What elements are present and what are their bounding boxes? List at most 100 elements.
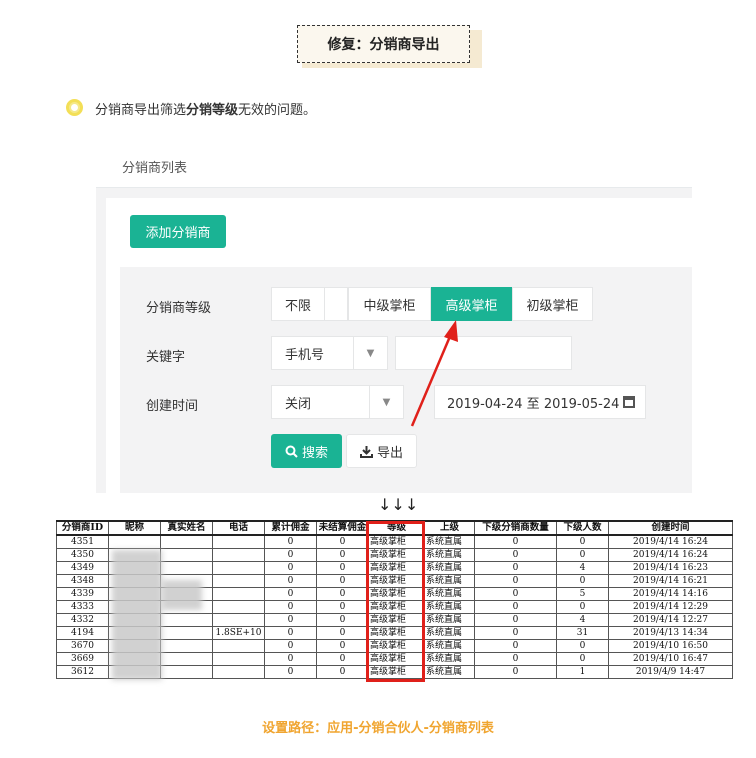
table-cell: 4 (556, 613, 609, 627)
level-option-senior[interactable]: 高级掌柜 (431, 287, 512, 321)
table-cell: 4350 (56, 548, 109, 562)
chevron-down-icon: ▼ (353, 337, 387, 369)
table-cell (212, 652, 265, 666)
table-cell: 3670 (56, 639, 109, 653)
table-cell: 0 (316, 665, 369, 679)
table-cell: 0 (316, 561, 369, 575)
panel-body: 添加分销商 分销商等级 不限 中级掌柜 高级掌柜 初级掌柜 关键字 手机号 ▼ … (106, 198, 692, 493)
search-button-label: 搜索 (301, 445, 328, 461)
level-option-all[interactable]: 不限 (271, 287, 325, 321)
table-cell: 0 (474, 600, 557, 614)
table-cell: 1.8SE+10 (212, 626, 265, 640)
time-select-value: 关闭 (285, 396, 312, 412)
table-cell: 2019/4/14 16:24 (608, 548, 733, 562)
table-cell: 0 (264, 613, 317, 627)
table-cell: 2019/4/14 14:16 (608, 587, 733, 601)
table-cell: 4333 (56, 600, 109, 614)
table-cell (212, 561, 265, 575)
table-cell (108, 534, 161, 549)
level-spacer (324, 287, 348, 321)
level-option-junior[interactable]: 初级掌柜 (512, 287, 593, 321)
keyword-label: 关键字 (146, 350, 186, 365)
calendar-icon (623, 396, 635, 408)
blurred-realname (162, 580, 202, 610)
keyword-type-select[interactable]: 手机号 ▼ (271, 336, 388, 370)
table-cell: 0 (474, 548, 557, 562)
table-cell: 2019/4/14 16:23 (608, 561, 733, 575)
table-cell: 1 (556, 665, 609, 679)
time-select[interactable]: 关闭 ▼ (271, 385, 404, 419)
sheet-header-cell: 上级 (424, 520, 475, 536)
table-cell: 0 (556, 574, 609, 588)
keyword-input[interactable] (395, 336, 572, 370)
table-cell: 0 (474, 574, 557, 588)
table-cell: 2019/4/14 12:27 (608, 613, 733, 627)
table-cell (212, 574, 265, 588)
table-cell: 系统直属 (424, 639, 475, 653)
table-cell: 0 (264, 665, 317, 679)
table-cell (212, 534, 265, 549)
search-button[interactable]: 搜索 (271, 434, 342, 468)
table-cell (160, 652, 213, 666)
table-cell: 31 (556, 626, 609, 640)
table-cell: 0 (264, 626, 317, 640)
table-cell: 0 (316, 652, 369, 666)
table-cell: 0 (316, 534, 369, 549)
sheet-header-cell: 下级人数 (556, 520, 609, 536)
table-cell: 系统直属 (424, 613, 475, 627)
level-label: 分销商等级 (146, 301, 212, 316)
table-cell: 系统直属 (424, 561, 475, 575)
table-cell: 0 (474, 587, 557, 601)
table-cell: 4351 (56, 534, 109, 549)
table-cell: 5 (556, 587, 609, 601)
table-cell: 0 (264, 587, 317, 601)
sheet-header-cell: 未结算佣金 (316, 520, 369, 536)
blurred-nickname (112, 550, 162, 680)
table-cell: 0 (264, 639, 317, 653)
level-option-mid[interactable]: 中级掌柜 (348, 287, 431, 321)
download-icon (359, 445, 373, 458)
search-icon (285, 445, 298, 458)
table-cell: 0 (264, 548, 317, 562)
table-cell: 0 (316, 548, 369, 562)
table-cell: 0 (474, 534, 557, 549)
table-cell: 0 (316, 613, 369, 627)
date-range-input[interactable]: 2019-04-24 至 2019-05-24 (434, 385, 646, 419)
table-cell: 0 (316, 639, 369, 653)
table-cell: 2019/4/14 16:21 (608, 574, 733, 588)
table-cell (160, 626, 213, 640)
table-cell: 2019/4/14 16:24 (608, 534, 733, 549)
table-cell: 系统直属 (424, 534, 475, 549)
table-cell: 4 (556, 561, 609, 575)
sheet-header-cell: 累计佣金 (264, 520, 317, 536)
table-cell: 2019/4/10 16:50 (608, 639, 733, 653)
table-cell: 4348 (56, 574, 109, 588)
table-cell (212, 600, 265, 614)
date-range-value: 2019-04-24 至 2019-05-24 (447, 396, 620, 412)
table-cell: 0 (316, 574, 369, 588)
table-cell (212, 548, 265, 562)
table-cell (160, 613, 213, 627)
table-cell (212, 639, 265, 653)
table-cell: 4194 (56, 626, 109, 640)
keyword-type-value: 手机号 (285, 347, 325, 363)
filter-form: 分销商等级 不限 中级掌柜 高级掌柜 初级掌柜 关键字 手机号 ▼ 创建时间 关… (120, 267, 692, 493)
sheet-header-cell: 电话 (212, 520, 265, 536)
table-cell: 0 (316, 587, 369, 601)
table-cell: 0 (264, 534, 317, 549)
table-cell: 4339 (56, 587, 109, 601)
export-button[interactable]: 导出 (346, 434, 417, 468)
down-arrows: ↓↓↓ (378, 495, 419, 514)
add-distributor-button[interactable]: 添加分销商 (130, 215, 226, 248)
table-cell: 2019/4/14 12:29 (608, 600, 733, 614)
table-cell: 2019/4/13 14:34 (608, 626, 733, 640)
table-cell: 系统直属 (424, 587, 475, 601)
table-cell: 0 (474, 652, 557, 666)
table-cell: 4349 (56, 561, 109, 575)
table-cell (212, 587, 265, 601)
table-cell: 3669 (56, 652, 109, 666)
table-cell (160, 534, 213, 549)
settings-path: 设置路径：应用-分销合伙人-分销商列表 (262, 721, 494, 736)
table-cell: 0 (556, 639, 609, 653)
table-cell: 系统直属 (424, 626, 475, 640)
